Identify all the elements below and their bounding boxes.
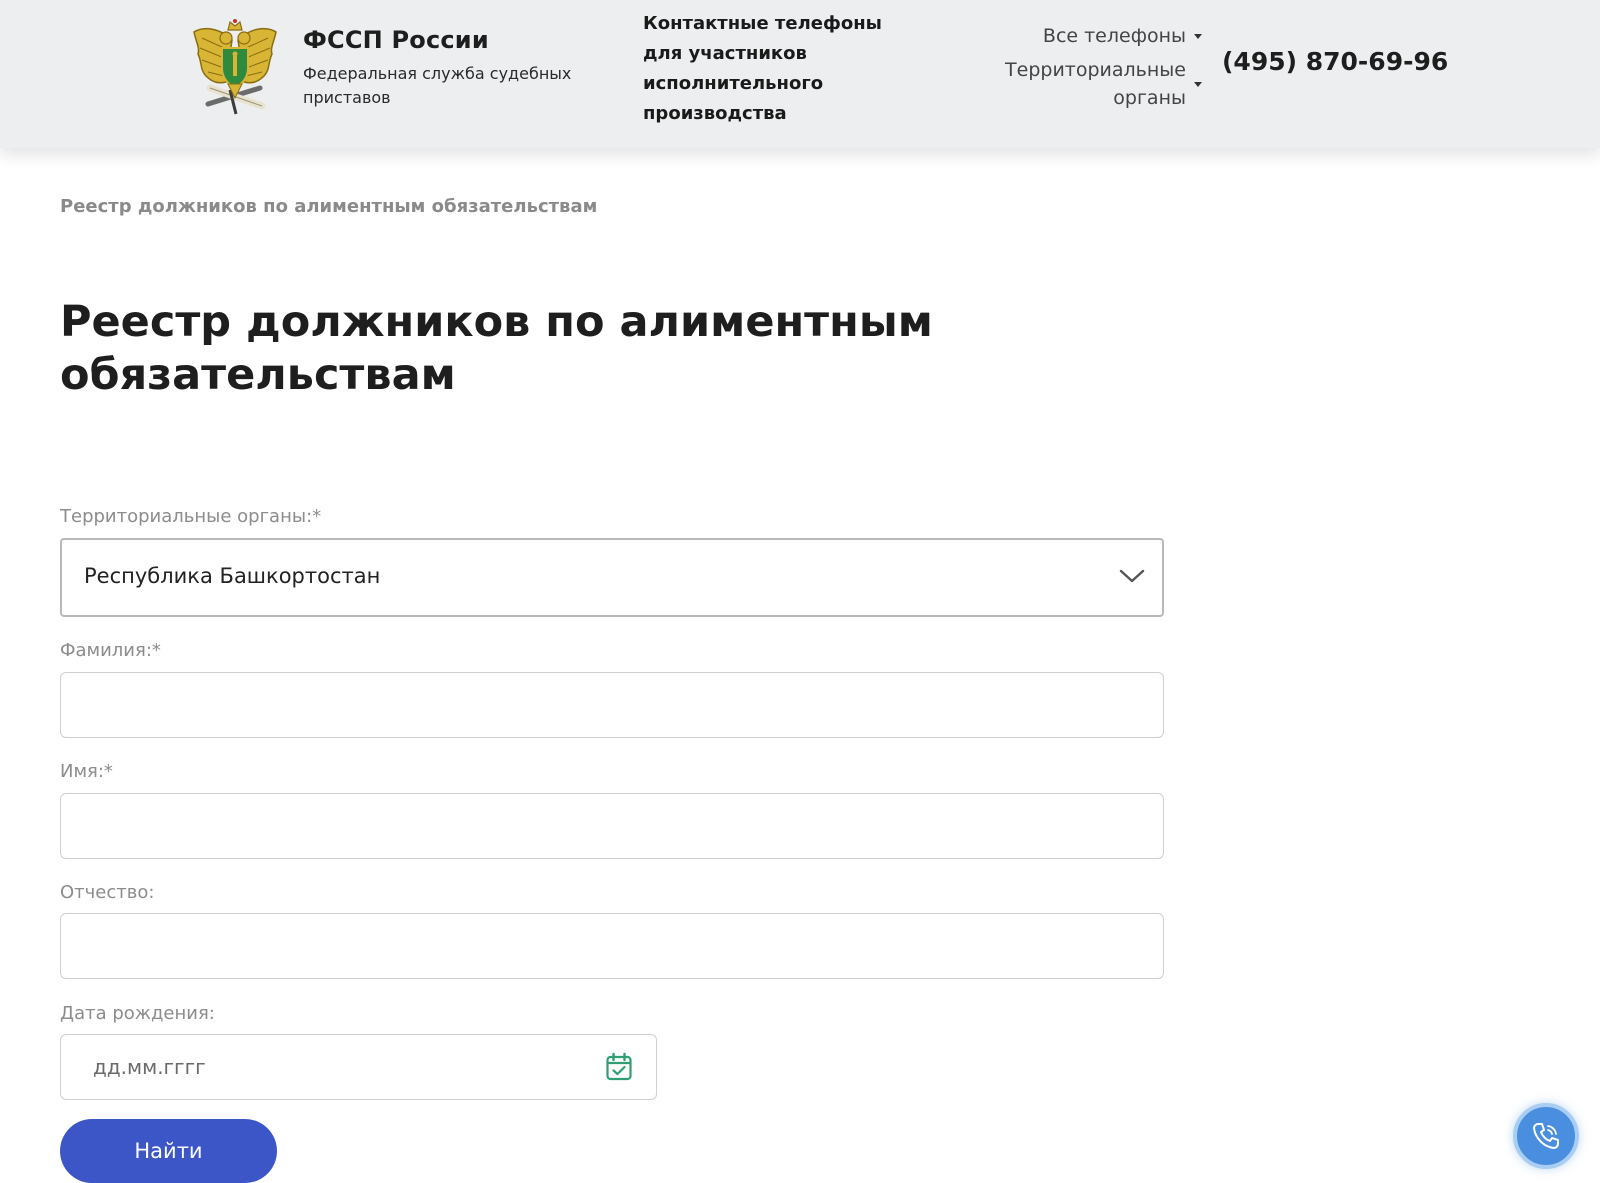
all-phones-dropdown[interactable]: Все телефоны	[1042, 22, 1202, 50]
surname-input[interactable]	[60, 672, 1164, 738]
name-input[interactable]	[60, 793, 1164, 859]
territorial-dropdown[interactable]: Территориальные органы	[986, 56, 1202, 112]
chevron-down-icon	[1119, 569, 1145, 583]
birthdate-label: Дата рождения:	[60, 1003, 215, 1024]
birthdate-field	[60, 1034, 657, 1100]
caret-down-icon	[1194, 34, 1202, 39]
call-widget-button[interactable]	[1513, 1103, 1579, 1169]
brand-title: ФССП России	[303, 26, 489, 54]
phone-icon	[1533, 1123, 1559, 1149]
fssp-emblem-logo	[193, 19, 277, 115]
header-phone-number[interactable]: (495) 870-69-96	[1222, 47, 1448, 76]
calendar-icon[interactable]	[605, 1052, 633, 1082]
caret-down-icon	[1194, 82, 1202, 87]
contacts-heading: Контактные телефоны для участников испол…	[643, 13, 882, 124]
site-header: ФССП России Федеральная служба судебных …	[0, 0, 1600, 148]
patronymic-input[interactable]	[60, 913, 1164, 979]
patronymic-label: Отчество:	[60, 882, 155, 903]
all-phones-label: Все телефоны	[1042, 25, 1186, 47]
brand-subtitle: Федеральная служба судебных приставов	[303, 64, 572, 107]
surname-label: Фамилия:*	[60, 640, 161, 661]
search-button[interactable]: Найти	[60, 1119, 277, 1183]
breadcrumb: Реестр должников по алиментным обязатель…	[60, 196, 598, 217]
birthdate-input[interactable]	[62, 1036, 582, 1098]
name-label: Имя:*	[60, 761, 113, 782]
territorial-select[interactable]: Республика Башкортостан	[60, 538, 1164, 617]
territorial-label: Территориальные органы:*	[60, 506, 322, 527]
territorial-menu-label: Территориальные органы	[1005, 59, 1186, 109]
fssp-logo-link[interactable]	[190, 18, 280, 118]
page-title: Реестр должников по алиментным обязатель…	[60, 297, 933, 400]
territorial-select-value: Республика Башкортостан	[84, 564, 381, 588]
